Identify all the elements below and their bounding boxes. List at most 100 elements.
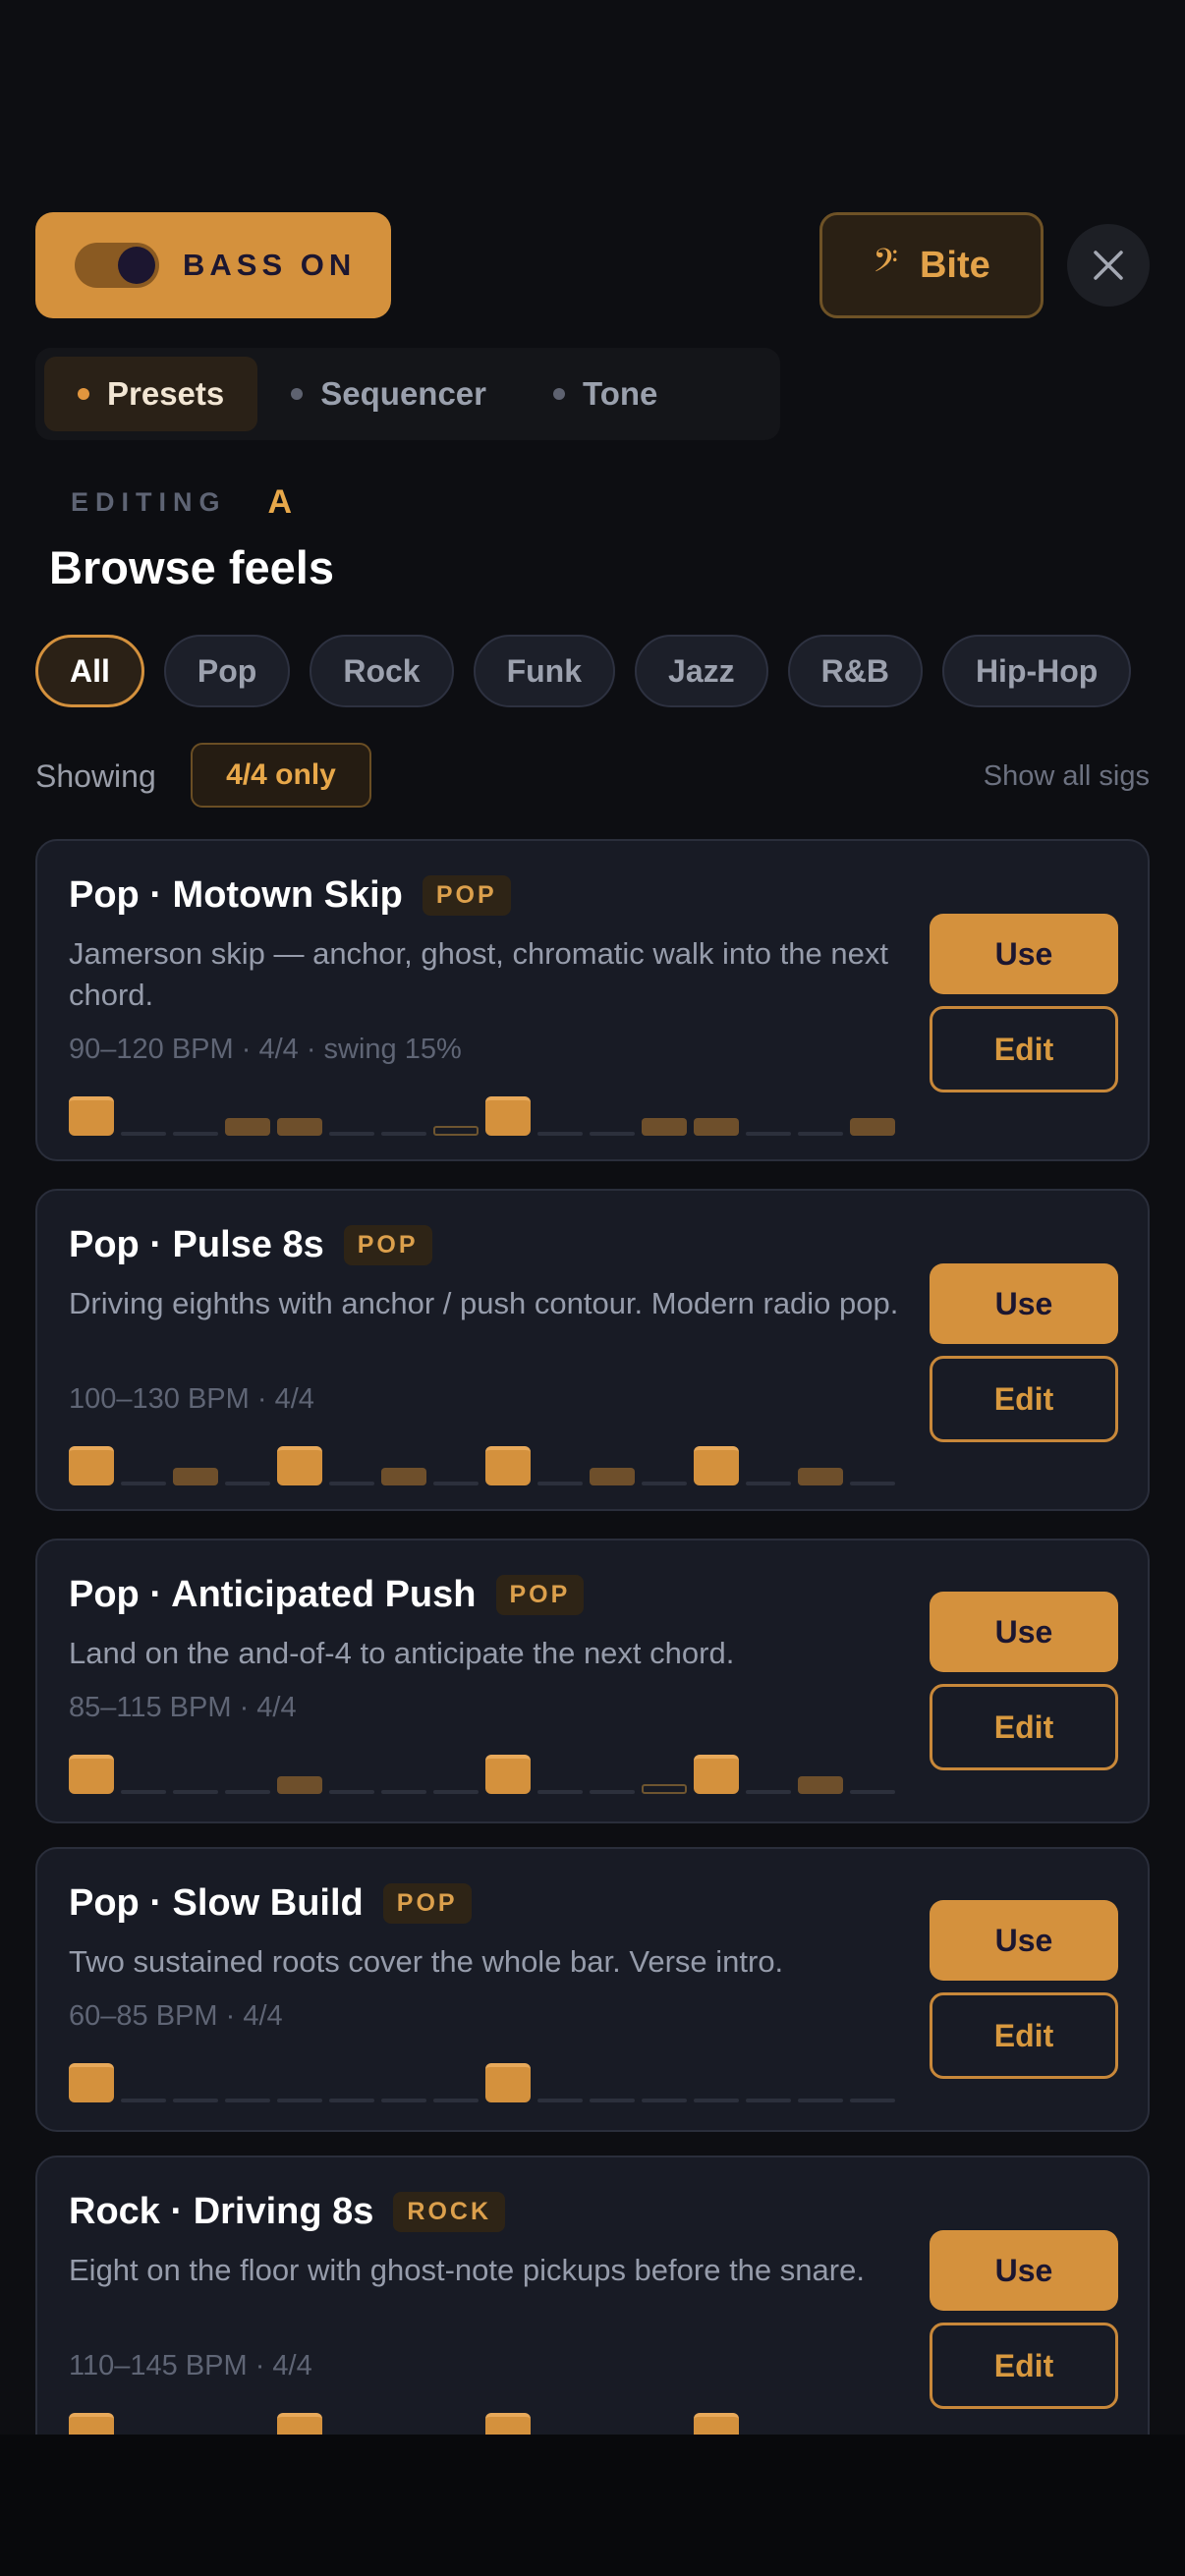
step-rest	[433, 1790, 479, 1794]
preset-description: Driving eighths with anchor / push conto…	[69, 1286, 899, 1320]
genre-chip-rock[interactable]: Rock	[310, 635, 454, 707]
step-rest	[642, 2099, 687, 2102]
step-anchor	[485, 1446, 531, 1485]
step-pattern	[69, 1092, 900, 1136]
tab-dot	[291, 388, 304, 400]
tab-sequencer[interactable]: Sequencer	[257, 357, 520, 431]
tab-tone[interactable]: Tone	[520, 357, 691, 431]
bottom-area	[0, 2435, 1185, 2576]
step-rest	[798, 2099, 843, 2102]
step-rest	[225, 1482, 270, 1485]
editing-slot: A	[267, 483, 293, 521]
preset-meta: 110–145 BPM · 4/4	[69, 2350, 312, 2381]
step-pattern	[69, 1751, 900, 1794]
step-push	[381, 1468, 426, 1485]
preset-meta: 85–115 BPM · 4/4	[69, 1692, 297, 1723]
showing-label: Showing	[35, 758, 156, 794]
step-rest	[121, 1790, 166, 1794]
step-rest	[850, 1482, 895, 1485]
step-anchor	[485, 1755, 531, 1794]
editing-indicator: EDITING A	[71, 483, 292, 522]
genre-chip-all[interactable]: All	[35, 635, 144, 707]
edit-button[interactable]: Edit	[930, 1006, 1118, 1092]
step-rest	[381, 2099, 426, 2102]
use-button[interactable]: Use	[930, 1592, 1118, 1672]
tab-presets[interactable]: Presets	[44, 357, 258, 431]
step-rest	[329, 1790, 374, 1794]
preset-name: Pop · Motown Skip	[69, 874, 403, 916]
step-rest	[433, 2099, 479, 2102]
edit-button[interactable]: Edit	[930, 1684, 1118, 1770]
preset-title-row: Pop · Motown Skip POP	[69, 874, 511, 917]
genre-chip-funk[interactable]: Funk	[473, 635, 616, 707]
bite-label: Bite	[919, 244, 990, 286]
preset-card: Pop · Slow Build POP Two sustained roots…	[35, 1847, 1150, 2132]
time-signature-filter[interactable]: 4/4 only	[191, 743, 371, 808]
preset-card: Rock · Driving 8s ROCK Eight on the floo…	[35, 2156, 1150, 2435]
preset-card: Pop · Pulse 8s POP Driving eighths with …	[35, 1189, 1150, 1511]
preset-card: Pop · Motown Skip POP Jamerson skip — an…	[35, 839, 1150, 1161]
step-rest	[746, 1790, 791, 1794]
toggle-knob	[118, 247, 155, 284]
step-rest	[798, 1132, 843, 1136]
use-button[interactable]: Use	[930, 914, 1118, 994]
step-rest	[329, 1482, 374, 1485]
genre-badge: POP	[495, 1575, 585, 1615]
step-rest	[381, 1132, 426, 1136]
genre-chip-pop[interactable]: Pop	[163, 635, 291, 707]
step-push	[642, 1118, 687, 1136]
step-rest	[121, 2099, 166, 2102]
edit-button[interactable]: Edit	[930, 2323, 1118, 2409]
step-anchor	[69, 2413, 114, 2435]
step-push	[173, 1468, 218, 1485]
genre-chip-jazz[interactable]: Jazz	[635, 635, 768, 707]
step-rest	[537, 2099, 583, 2102]
step-push	[850, 1118, 895, 1136]
step-anchor	[69, 1755, 114, 1794]
edit-button[interactable]: Edit	[930, 1992, 1118, 2079]
preset-description: Two sustained roots cover the whole bar.…	[69, 1944, 784, 1979]
step-anchor	[694, 1446, 739, 1485]
step-rest	[537, 1132, 583, 1136]
preset-name: Pop · Anticipated Push	[69, 1574, 477, 1615]
step-ghost	[642, 1784, 687, 1794]
step-push	[277, 1118, 322, 1136]
step-rest	[225, 2099, 270, 2102]
use-button[interactable]: Use	[930, 2230, 1118, 2311]
use-button[interactable]: Use	[930, 1900, 1118, 1981]
step-rest	[642, 1482, 687, 1485]
preset-title-row: Pop · Slow Build POP	[69, 1882, 472, 1925]
preset-name: Pop · Pulse 8s	[69, 1224, 324, 1265]
edit-button[interactable]: Edit	[930, 1356, 1118, 1442]
step-rest	[381, 1790, 426, 1794]
step-rest	[590, 1132, 635, 1136]
page-title: Browse feels	[49, 541, 334, 593]
genre-badge: POP	[343, 1225, 432, 1265]
genre-chip-rnb[interactable]: R&B	[787, 635, 923, 707]
preset-title-row: Pop · Pulse 8s POP	[69, 1224, 432, 1266]
preset-title-row: Rock · Driving 8s ROCK	[69, 2191, 506, 2233]
preset-description: Land on the and-of-4 to anticipate the n…	[69, 1636, 735, 1670]
step-anchor	[277, 1446, 322, 1485]
step-rest	[590, 1790, 635, 1794]
bass-toggle-label: BASS ON	[183, 248, 357, 282]
step-push	[277, 1776, 322, 1794]
step-rest	[590, 2099, 635, 2102]
step-anchor	[694, 1755, 739, 1794]
genre-filter: All Pop Rock Funk Jazz R&B Hip-Hop	[35, 635, 1132, 707]
close-button[interactable]	[1067, 224, 1150, 307]
step-push	[798, 1468, 843, 1485]
close-icon	[1094, 251, 1123, 280]
step-rest	[746, 2099, 791, 2102]
step-push	[225, 1118, 270, 1136]
bite-button[interactable]: 𝄢 Bite	[819, 212, 1044, 318]
bass-toggle[interactable]: BASS ON	[35, 212, 391, 318]
step-pattern	[69, 1442, 900, 1485]
genre-chip-hiphop[interactable]: Hip-Hop	[941, 635, 1132, 707]
toggle-switch[interactable]	[75, 243, 159, 288]
show-all-sigs-link[interactable]: Show all sigs	[984, 760, 1150, 793]
genre-badge: ROCK	[393, 2192, 506, 2232]
step-anchor	[69, 2063, 114, 2102]
use-button[interactable]: Use	[930, 1263, 1118, 1344]
step-rest	[746, 1132, 791, 1136]
